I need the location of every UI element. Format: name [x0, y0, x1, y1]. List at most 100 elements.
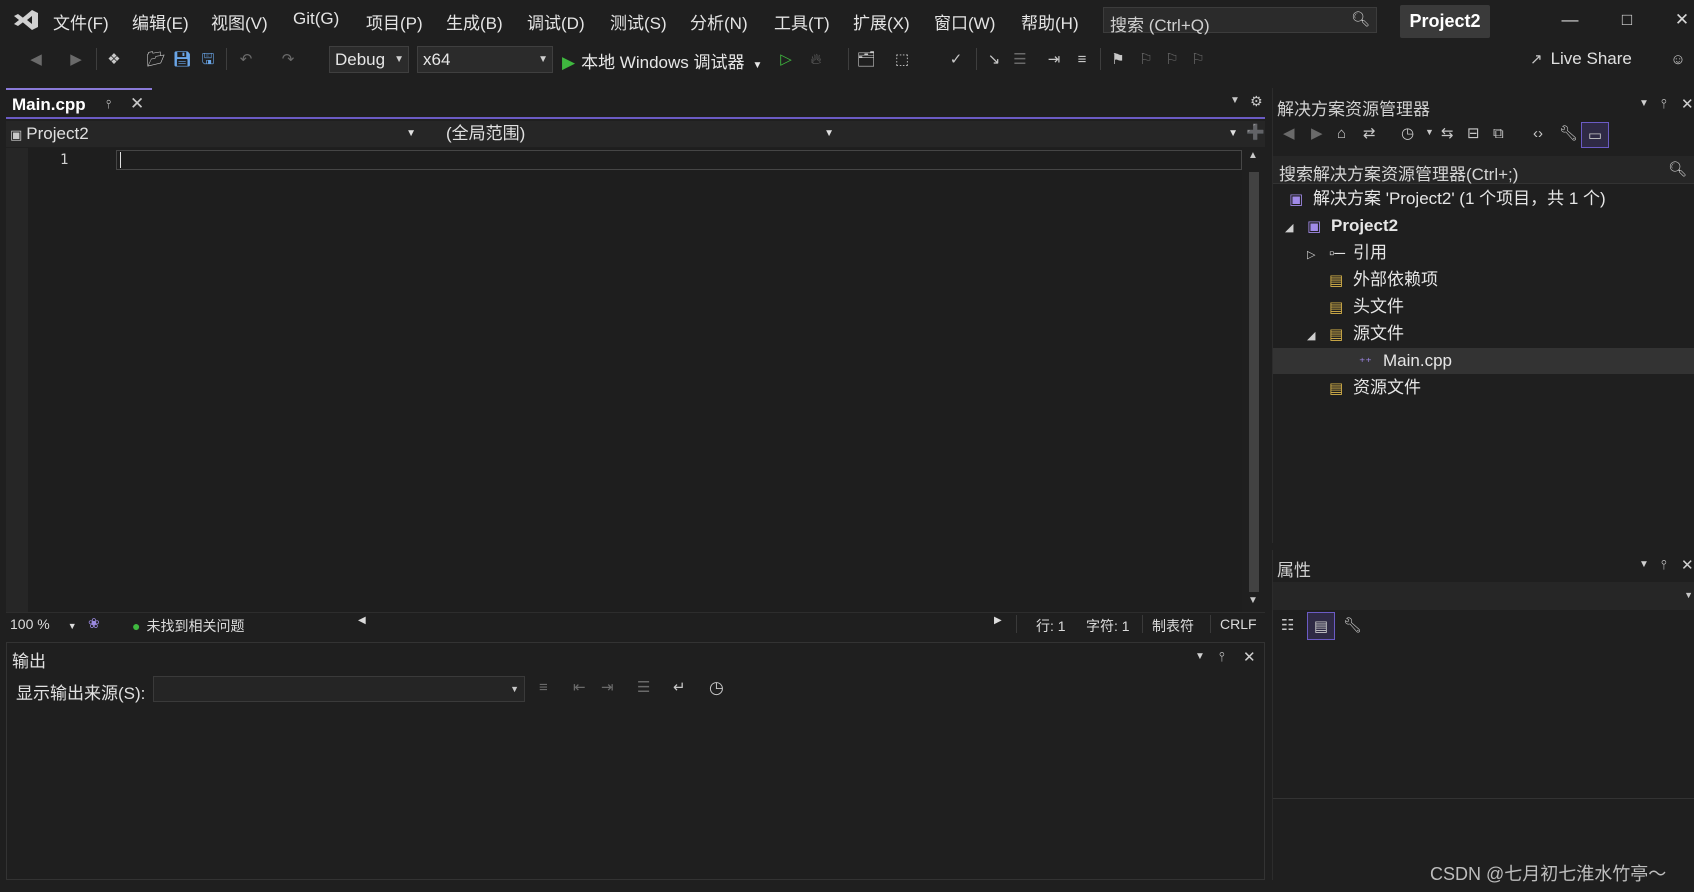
global-search-input[interactable]: 搜索 (Ctrl+Q) 🔍︎	[1103, 7, 1377, 35]
close-panel-icon[interactable]: ✕	[1243, 648, 1256, 666]
line-ending-indicator[interactable]: CRLF	[1220, 616, 1257, 632]
tree-item-external-dependencies[interactable]: ▤ 外部依赖项	[1273, 267, 1694, 293]
indent-icon[interactable]: ⇥	[1044, 49, 1064, 69]
project-scope-dropdown[interactable]: ▣ Project2 ▼	[10, 123, 418, 145]
close-panel-icon[interactable]: ✕	[1681, 556, 1694, 574]
member-dropdown[interactable]: ▼	[842, 123, 1240, 145]
panel-menu-icon[interactable]: ▼	[1639, 559, 1649, 570]
expanded-icon[interactable]: ◢	[1307, 323, 1329, 349]
object-selector-dropdown[interactable]: ▼	[1273, 582, 1694, 610]
code-editor[interactable]: 1	[6, 148, 1242, 612]
configuration-dropdown[interactable]: Debug ▼	[329, 46, 409, 73]
menu-edit[interactable]: 编辑(E)	[132, 9, 189, 34]
menu-build[interactable]: 生成(B)	[446, 9, 503, 34]
tree-item-resource-files[interactable]: ▤ 资源文件	[1273, 375, 1694, 401]
pin-icon[interactable]: ⫯	[1661, 96, 1667, 112]
menu-file[interactable]: 文件(F)	[53, 9, 109, 34]
tree-item-header-files[interactable]: ▤ 头文件	[1273, 294, 1694, 320]
scroll-up-icon[interactable]: ▲	[1248, 151, 1258, 161]
live-share-button[interactable]: ↗ Live Share	[1530, 49, 1632, 69]
next-bookmark-icon[interactable]: ⚐	[1162, 49, 1182, 69]
menu-git[interactable]: Git(G)	[293, 9, 339, 29]
properties-wrench-icon[interactable]: 🔧︎	[1559, 126, 1578, 141]
output-source-dropdown[interactable]: ▼	[153, 676, 525, 702]
navigate-back-icon[interactable]: ◀	[26, 49, 46, 69]
panel-menu-icon[interactable]: ▼	[1195, 651, 1205, 662]
tree-item-main-cpp[interactable]: ⁺⁺ Main.cpp	[1273, 348, 1694, 374]
menu-project[interactable]: 项目(P)	[366, 9, 423, 34]
scroll-right-icon[interactable]: ▶	[994, 616, 1002, 626]
switch-views-icon[interactable]: ⇄	[1363, 126, 1376, 141]
collapse-all-icon[interactable]: ⊟	[1467, 126, 1480, 141]
previous-message-icon[interactable]: ⇤	[573, 680, 586, 695]
menu-debug[interactable]: 调试(D)	[527, 9, 585, 34]
tab-overflow-icon[interactable]: ▼	[1230, 96, 1240, 106]
pin-icon[interactable]: ⫯	[1219, 649, 1225, 665]
breakpoint-list-icon[interactable]: ☰	[1010, 49, 1030, 69]
next-message-icon[interactable]: ⇥	[601, 680, 614, 695]
panel-menu-icon[interactable]: ▼	[1639, 98, 1649, 109]
menu-view[interactable]: 视图(V)	[211, 9, 268, 34]
tree-item-solution[interactable]: ▣ 解决方案 'Project2' (1 个项目，共 1 个)	[1273, 186, 1694, 212]
wrench-icon[interactable]: 🔧︎	[1343, 618, 1362, 633]
vertical-scrollbar[interactable]: ▲ ▼	[1244, 148, 1264, 612]
collapsed-icon[interactable]: ▷	[1307, 242, 1329, 268]
menu-analyze[interactable]: 分析(N)	[690, 9, 748, 34]
split-editor-icon[interactable]: ➕	[1246, 125, 1265, 140]
menu-tools[interactable]: 工具(T)	[774, 9, 830, 34]
forward-icon[interactable]: ▶	[1311, 126, 1323, 141]
close-panel-icon[interactable]: ✕	[1681, 95, 1694, 113]
back-icon[interactable]: ◀	[1283, 126, 1295, 141]
home-icon[interactable]: ⌂	[1337, 126, 1346, 141]
solution-folder-icon[interactable]: 🗂︎	[856, 49, 876, 69]
platform-dropdown[interactable]: x64 ▼	[417, 46, 553, 73]
pin-icon[interactable]: ⫯	[106, 98, 111, 110]
chevron-down-icon[interactable]: ▼	[1425, 128, 1434, 137]
menu-test[interactable]: 测试(S)	[610, 9, 667, 34]
minimize-icon[interactable]: —	[1560, 10, 1580, 30]
menu-help[interactable]: 帮助(H)	[1021, 9, 1079, 34]
glyph-margin[interactable]	[6, 148, 28, 612]
undo-icon[interactable]: ↶	[236, 49, 256, 69]
menu-window[interactable]: 窗口(W)	[934, 9, 995, 34]
categorized-icon[interactable]: ☷	[1281, 618, 1294, 633]
tree-item-project[interactable]: ◢ ▣ Project2	[1273, 213, 1694, 239]
close-tab-icon[interactable]: ✕	[130, 95, 144, 112]
maximize-icon[interactable]: □	[1617, 10, 1637, 30]
pin-icon[interactable]: ⫯	[1661, 557, 1667, 573]
step-icon[interactable]: ↘	[984, 49, 1004, 69]
redo-icon[interactable]: ↷	[278, 49, 298, 69]
new-item-icon[interactable]: ❖	[104, 49, 124, 69]
menu-extensions[interactable]: 扩展(X)	[853, 9, 910, 34]
issues-indicator[interactable]: ● 未找到相关问题	[132, 616, 244, 636]
pending-changes-filter-icon[interactable]: ◷	[1401, 126, 1414, 141]
solution-search-input[interactable]: 搜索解决方案资源管理器(Ctrl+;) 🔍︎	[1273, 156, 1694, 184]
navigate-forward-icon[interactable]: ▶	[66, 49, 86, 69]
account-icon[interactable]: ☺	[1668, 49, 1688, 69]
clear-all-icon[interactable]: ☰	[637, 680, 650, 695]
find-message-icon[interactable]: ≡	[539, 680, 548, 695]
line-indicator[interactable]: 行: 1	[1036, 616, 1066, 636]
global-scope-dropdown[interactable]: (全局范围) ▼	[446, 123, 836, 145]
tab-main-cpp[interactable]: Main.cpp ⫯ ✕	[6, 88, 152, 117]
scroll-left-icon[interactable]: ◀	[358, 616, 366, 626]
start-without-debugging-icon[interactable]: ▷	[776, 49, 796, 69]
indent-mode-indicator[interactable]: 制表符	[1152, 616, 1194, 636]
show-all-files-icon[interactable]: ⧉	[1493, 126, 1504, 141]
scroll-down-icon[interactable]: ▼	[1248, 596, 1258, 606]
open-folder-icon[interactable]: 📂︎	[146, 49, 166, 69]
save-all-icon[interactable]: 🖫︎	[198, 49, 218, 69]
clear-bookmarks-icon[interactable]: ⚐	[1188, 49, 1208, 69]
start-debugging-button[interactable]: ▶ 本地 Windows 调试器 ▼	[562, 48, 762, 72]
property-pages-icon[interactable]: ▤	[1307, 612, 1335, 640]
spell-check-icon[interactable]: ✓	[946, 49, 966, 69]
preview-selected-icon[interactable]: ▭	[1581, 122, 1609, 148]
word-wrap-icon[interactable]: ↵	[673, 680, 686, 695]
view-code-icon[interactable]: ‹›	[1533, 126, 1543, 141]
tree-item-references[interactable]: ▷ ▫─ 引用	[1273, 240, 1694, 266]
comment-icon[interactable]: ≡	[1072, 49, 1092, 69]
zoom-dropdown[interactable]: 100 % ▼	[10, 616, 77, 632]
scrollbar-thumb[interactable]	[1249, 172, 1259, 592]
char-indicator[interactable]: 字符: 1	[1086, 616, 1130, 636]
settings-icon[interactable]: ⚙	[1250, 94, 1263, 108]
